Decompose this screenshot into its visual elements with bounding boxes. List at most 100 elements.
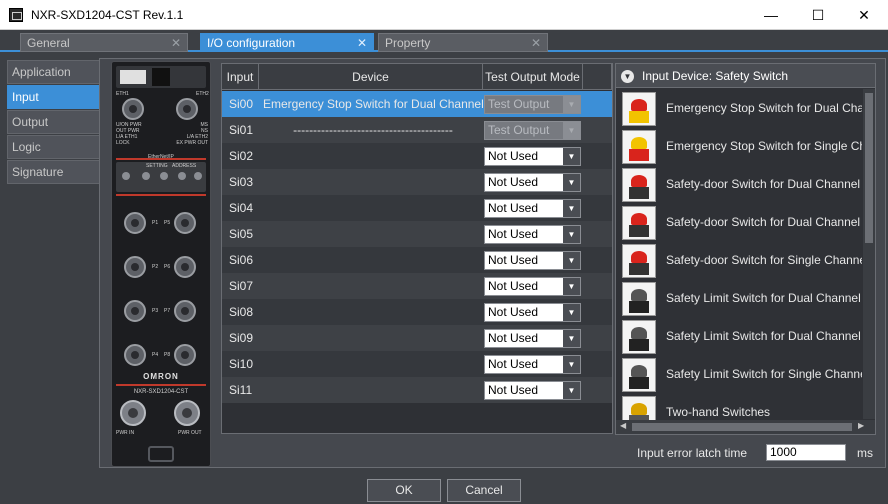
sidetab-logic[interactable]: Logic (7, 135, 101, 159)
test-output-mode-select[interactable]: Not Used ▼ (484, 199, 581, 218)
dropdown-arrow-icon[interactable]: ▼ (563, 252, 580, 269)
module-usb-port (152, 68, 170, 86)
test-output-mode-select[interactable]: Not Used ▼ (484, 277, 581, 296)
input-cell: Si09 (229, 331, 254, 345)
device-list-item[interactable]: Safety Limit Switch for Dual Channel (616, 318, 862, 356)
device-cell[interactable] (259, 143, 483, 169)
select-value: Not Used (488, 383, 539, 397)
horizontal-scrollbar[interactable]: ◀ ▶ (616, 420, 875, 434)
dropdown-arrow-icon[interactable]: ▼ (563, 174, 580, 191)
latch-time-input[interactable]: 1000 (766, 444, 846, 461)
vertical-scrollbar[interactable] (863, 89, 875, 419)
test-output-mode-select[interactable]: Not Used ▼ (484, 303, 581, 322)
dropdown-arrow-icon[interactable]: ▼ (563, 382, 580, 399)
minimize-button[interactable]: — (748, 0, 794, 30)
select-value: Not Used (488, 201, 539, 215)
device-cell[interactable] (259, 273, 483, 299)
pwr-in-label: PWR IN (116, 430, 135, 436)
io-port-p4 (124, 344, 146, 366)
device-cell[interactable] (259, 377, 483, 403)
device-cell[interactable] (259, 325, 483, 351)
device-list-item[interactable]: Emergency Stop Switch for Dual Channel (616, 90, 862, 128)
test-output-mode-select[interactable]: Not Used ▼ (484, 173, 581, 192)
device-list-item[interactable]: Safety-door Switch for Dual Channel (616, 166, 862, 204)
rotary-switch (194, 172, 202, 180)
close-icon[interactable]: ✕ (171, 36, 181, 50)
cancel-button[interactable]: Cancel (447, 479, 521, 502)
table-row[interactable]: Si06 Not Used ▼ (222, 247, 612, 273)
table-row[interactable]: Si03 Not Used ▼ (222, 169, 612, 195)
table-row[interactable]: Si07 Not Used ▼ (222, 273, 612, 299)
dropdown-arrow-icon[interactable]: ▼ (563, 200, 580, 217)
device-list-item[interactable]: Emergency Stop Switch for Single Channel (616, 128, 862, 166)
select-value: Not Used (488, 149, 539, 163)
table-row[interactable]: Si08 Not Used ▼ (222, 299, 612, 325)
tab-label: General (27, 36, 70, 50)
dropdown-arrow-icon[interactable]: ▼ (563, 278, 580, 295)
device-list-item[interactable]: Safety-door Switch for Single Channel (616, 242, 862, 280)
device-cell[interactable] (259, 299, 483, 325)
input-cell: Si06 (229, 253, 254, 267)
test-output-mode-select[interactable]: Not Used ▼ (484, 147, 581, 166)
select-value: Not Used (488, 253, 539, 267)
column-header-input: Input (222, 64, 259, 90)
ok-button[interactable]: OK (367, 479, 441, 502)
device-cell[interactable] (259, 351, 483, 377)
scroll-left-icon[interactable]: ◀ (620, 421, 626, 430)
table-row[interactable]: Si09 Not Used ▼ (222, 325, 612, 351)
close-icon[interactable]: ✕ (357, 36, 367, 50)
scroll-thumb[interactable] (632, 423, 852, 431)
device-cell[interactable] (259, 221, 483, 247)
input-device-list: ▼ Input Device: Safety Switch Emergency … (615, 63, 876, 435)
dropdown-arrow-icon[interactable]: ▼ (563, 148, 580, 165)
close-icon[interactable]: ✕ (531, 36, 541, 50)
select-value: Not Used (488, 175, 539, 189)
rotary-switch (142, 172, 150, 180)
table-row[interactable]: Si11 Not Used ▼ (222, 377, 612, 403)
test-output-mode-select[interactable]: Not Used ▼ (484, 251, 581, 270)
table-row[interactable]: Si00 Emergency Stop Switch for Dual Chann… (222, 91, 612, 117)
tab-io-configuration[interactable]: I/O configuration ✕ (200, 33, 374, 52)
device-cell[interactable]: ---------------------------------------- (259, 117, 483, 143)
tab-general[interactable]: General ✕ (20, 33, 188, 52)
dropdown-arrow-icon[interactable]: ▼ (563, 330, 580, 347)
sidetab-output[interactable]: Output (7, 110, 101, 134)
table-row[interactable]: Si05 Not Used ▼ (222, 221, 612, 247)
device-cell[interactable] (259, 195, 483, 221)
collapse-icon[interactable]: ▼ (621, 70, 634, 83)
dropdown-arrow-icon[interactable]: ▼ (563, 226, 580, 243)
dropdown-arrow-icon[interactable]: ▼ (563, 356, 580, 373)
device-cell[interactable] (259, 247, 483, 273)
test-output-mode-select[interactable]: Not Used ▼ (484, 355, 581, 374)
address-label: ADDRESS (172, 163, 197, 169)
test-output-mode-select[interactable]: Not Used ▼ (484, 381, 581, 400)
tab-property[interactable]: Property ✕ (378, 33, 548, 52)
table-row[interactable]: Si01 ------------------------------------… (222, 117, 612, 143)
device-list-item[interactable]: Safety-door Switch for Dual Channel (616, 204, 862, 242)
side-tab-list: Application Input Output Logic Signature (7, 60, 101, 185)
eth2-port (176, 98, 198, 120)
test-output-mode-select[interactable]: Not Used ▼ (484, 329, 581, 348)
ethernet-ip-label: EtherNet/IP (148, 154, 174, 160)
maximize-button[interactable]: ☐ (795, 0, 841, 30)
scroll-right-icon[interactable]: ▶ (858, 421, 864, 430)
input-cell: Si00 (229, 97, 254, 111)
device-list-item[interactable]: Safety Limit Switch for Single Channel (616, 356, 862, 394)
device-cell[interactable] (259, 169, 483, 195)
sidetab-application[interactable]: Application (7, 60, 101, 84)
eth1-port (122, 98, 144, 120)
device-list-header[interactable]: ▼ Input Device: Safety Switch (616, 64, 875, 88)
door-switch-icon (622, 168, 656, 202)
dropdown-arrow-icon[interactable]: ▼ (563, 304, 580, 321)
door-switch-icon (622, 206, 656, 240)
table-row[interactable]: Si04 Not Used ▼ (222, 195, 612, 221)
test-output-mode-select[interactable]: Not Used ▼ (484, 225, 581, 244)
device-list-item[interactable]: Safety Limit Switch for Dual Channel (616, 280, 862, 318)
scroll-thumb[interactable] (865, 93, 873, 243)
table-row[interactable]: Si10 Not Used ▼ (222, 351, 612, 377)
table-row[interactable]: Si02 Not Used ▼ (222, 143, 612, 169)
close-window-button[interactable]: ✕ (841, 0, 887, 30)
sidetab-input[interactable]: Input (7, 85, 101, 109)
device-cell[interactable]: Emergency Stop Switch for Dual Channel (259, 91, 483, 117)
sidetab-signature[interactable]: Signature (7, 160, 101, 184)
